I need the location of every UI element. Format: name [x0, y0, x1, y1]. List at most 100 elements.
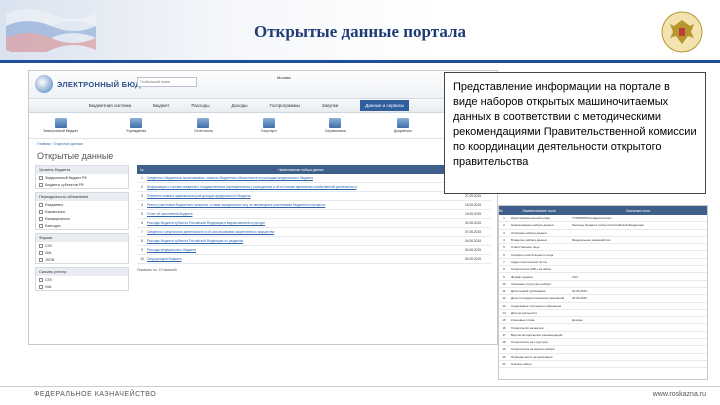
filter-option[interactable]: Ежедневно: [36, 201, 128, 208]
detail-row: 10 Описание структуры набора: [499, 281, 707, 288]
detail-row: 6 Телефон ответственного лица: [499, 251, 707, 259]
checkbox[interactable]: [39, 277, 43, 282]
detail-value: Федеральное казначейство: [572, 238, 611, 243]
detail-row: 12 Дата последнего внесения изменений 04.0…: [499, 295, 707, 303]
breadcrumb[interactable]: Главная › Открытые данные: [29, 139, 497, 149]
checkbox[interactable]: [39, 284, 43, 289]
nav-item[interactable]: Расходы: [191, 103, 209, 108]
detail-row: 14 Дата актуальности: [499, 310, 707, 318]
row-number: 8: [141, 239, 143, 243]
nav-item[interactable]: Бюджет: [153, 103, 169, 108]
row-number: 4: [141, 203, 143, 207]
dataset-link[interactable]: Информация о составе сведений о государс…: [147, 185, 455, 189]
checkbox[interactable]: [39, 175, 43, 180]
quick-link[interactable]: Учреждения: [126, 118, 146, 133]
row-number: 2: [141, 185, 143, 189]
section-icon: [396, 118, 409, 128]
filter-option[interactable]: Ежеквартально: [36, 215, 128, 222]
filter-option[interactable]: Бюджеты субъектов РФ: [36, 181, 128, 188]
table-header: № Наименование набора данных Дата: [137, 165, 491, 174]
detail-field: Наименование набора данных: [511, 223, 554, 228]
nav-item[interactable]: Закупки: [322, 103, 338, 108]
portal-nav: Бюджетная система Бюджет Расходы Доходы Госп…: [29, 99, 497, 113]
quick-link[interactable]: Документы: [394, 118, 412, 133]
dataset-detail-screenshot: № Наименование поля Значение поля 1 Идент…: [498, 205, 708, 380]
checkbox[interactable]: [39, 250, 43, 255]
dataset-link[interactable]: Реестр участников бюджетного процесса, а…: [147, 203, 455, 207]
nav-item[interactable]: Данные и сервисы: [360, 100, 410, 111]
detail-row: 18 Гиперссылки на структуры: [499, 339, 707, 347]
detail-field: Периодичность актуализации: [511, 354, 553, 359]
dataset-link[interactable]: Сведения о бюджетных ассигнованиях, лими…: [147, 176, 455, 180]
detail-field: Ключевые слова: [511, 318, 535, 323]
filter-option[interactable]: Ежегодно: [36, 222, 128, 229]
detail-number: 18: [502, 340, 506, 345]
filter-option-label: JSON: [45, 257, 55, 262]
filter-option[interactable]: Федеральный бюджет РФ: [36, 174, 128, 181]
checkbox[interactable]: [39, 243, 43, 248]
quick-link[interactable]: Электронный бюджет: [43, 118, 78, 133]
table-row: 9 Расходы федерального бюджета 04.06.2015: [137, 246, 491, 255]
logo-icon: [35, 75, 53, 93]
nav-item[interactable]: Госпрограммы: [269, 103, 299, 108]
dataset-link[interactable]: Свод доходов бюджета: [147, 257, 455, 261]
filter-block: Скачать реестр CSV XML: [35, 267, 129, 291]
filter-option[interactable]: Ежемесячно: [36, 208, 128, 215]
detail-row: 1 Идентификационный номер 7710568760-budge…: [499, 215, 707, 223]
quick-link-label: Учреждения: [126, 129, 147, 133]
filter-block: Периодичность обновления Ежедневно Ежемеся…: [35, 192, 129, 230]
table-row: 4 Реестр участников бюджетного процесса, …: [137, 201, 491, 210]
quick-link[interactable]: Госуслуги: [261, 118, 277, 133]
detail-value: Доходы: [572, 318, 583, 323]
checkbox[interactable]: [39, 202, 43, 207]
detail-number: 4: [503, 238, 505, 243]
col-title: Наименование набора данных: [278, 167, 324, 172]
dataset-link[interactable]: Расходы бюджета субъекта Российской Феде…: [147, 239, 455, 243]
nav-item[interactable]: Бюджетная система: [89, 103, 131, 108]
table-row: 3 Перечень главных администраторов доходо…: [137, 192, 491, 201]
checkbox[interactable]: [39, 216, 43, 221]
dataset-link[interactable]: Расходы федерального бюджета: [147, 248, 455, 252]
detail-value: 04.06.2015: [572, 289, 588, 294]
checkbox[interactable]: [39, 223, 43, 228]
filter-option-label: Ежегодно: [45, 223, 61, 228]
pager[interactable]: Показать по: 10 записей: [137, 264, 491, 276]
footer-url[interactable]: www.roskazna.ru: [653, 391, 706, 398]
detail-field: Дата актуальности: [511, 311, 538, 315]
quick-link-label: Документы: [393, 129, 412, 133]
detail-value: CSV: [572, 274, 579, 279]
table-row: 7 Сведения о результатах деятельности и о…: [137, 228, 491, 237]
section-icon: [262, 118, 275, 128]
checkbox[interactable]: [39, 182, 43, 187]
filter-option[interactable]: CSV: [36, 276, 128, 283]
detail-col-number: №: [499, 208, 503, 213]
detail-number: 7: [503, 259, 505, 264]
dataset-link[interactable]: Отчет об исполнении бюджета: [147, 212, 455, 216]
detail-value: 04.06.2015: [572, 296, 588, 301]
filter-option-label: Ежеквартально: [45, 216, 71, 221]
quick-link[interactable]: Справочники: [325, 118, 346, 133]
region-selector[interactable]: Москва: [277, 75, 291, 80]
detail-number: 21: [502, 362, 506, 367]
dataset-link[interactable]: Расходы бюджета субъекта Российской Феде…: [147, 221, 455, 225]
checkbox[interactable]: [39, 257, 43, 262]
filter-option[interactable]: JSON: [36, 256, 128, 263]
filter-option[interactable]: CSV: [36, 242, 128, 249]
quick-icons: Электронный бюджет Учреждения Отчетность Го…: [29, 113, 497, 139]
detail-row: 3 Описание набора данных: [499, 230, 707, 237]
filter-option[interactable]: XML: [36, 283, 128, 290]
nav-item[interactable]: Доходы: [231, 103, 247, 108]
dataset-link[interactable]: Перечень главных администраторов доходов…: [147, 194, 455, 198]
row-number: 5: [141, 212, 143, 216]
row-date: 16.05.2015: [465, 212, 481, 216]
filter-option[interactable]: XML: [36, 249, 128, 256]
checkbox[interactable]: [39, 209, 43, 214]
dataset-link[interactable]: Сведения о результатах деятельности и об…: [147, 230, 455, 234]
detail-row: 21 Скачать набор: [499, 361, 707, 369]
global-search-input[interactable]: Глобальный поиск: [137, 77, 197, 87]
detail-table-header: № Наименование поля Значение поля: [499, 206, 707, 215]
quick-link[interactable]: Отчетность: [194, 118, 213, 133]
table-row: 2 Информация о составе сведений о государ…: [137, 183, 491, 192]
header-rule: [0, 60, 720, 63]
portal-header: ЭЛЕКТРОННЫЙ БЮДЖЕТ Глобальный поиск Моск…: [29, 71, 497, 99]
